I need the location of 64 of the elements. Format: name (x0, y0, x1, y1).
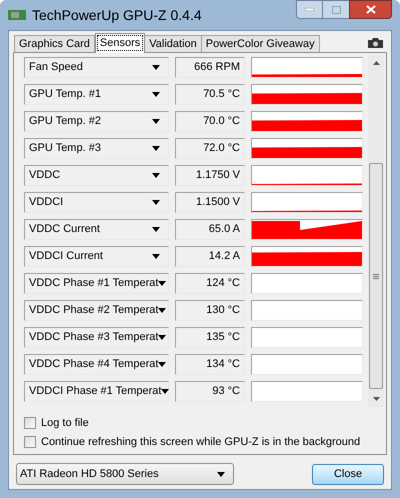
dropdown-arrow-icon (217, 472, 225, 476)
dropdown-arrow-icon (158, 335, 166, 340)
checkbox[interactable] (24, 436, 36, 448)
sensor-value: 135 °C (175, 327, 245, 348)
close-button[interactable]: Close (312, 464, 384, 484)
sensor-value: 70.5 °C (175, 84, 245, 105)
sensor-value: 72.0 °C (175, 138, 245, 159)
sensor-name-dropdown[interactable]: GPU Temp. #3 (24, 138, 169, 159)
sensor-value: 134 °C (175, 354, 245, 375)
sensor-name-dropdown[interactable]: VDDC Phase #1 Temperat (24, 273, 169, 294)
sensor-value: 65.0 A (175, 219, 245, 240)
sensor-name-dropdown[interactable]: GPU Temp. #2 (24, 111, 169, 132)
maximize-button[interactable] (323, 0, 349, 19)
dropdown-arrow-icon (158, 281, 166, 286)
sensor-name-dropdown[interactable]: VDDC Phase #2 Temperat (24, 300, 169, 321)
dropdown-arrow-icon (152, 65, 160, 70)
sensor-name-dropdown[interactable]: VDDC Current (24, 219, 169, 240)
graphics-card-icon (8, 9, 26, 21)
sensor-name-dropdown[interactable]: VDDC Phase #4 Temperat (24, 354, 169, 375)
minimize-icon (305, 8, 314, 11)
grip-icon (373, 274, 379, 278)
dropdown-arrow-icon (158, 362, 166, 367)
minimize-button[interactable] (296, 0, 323, 19)
sensor-value: 666 RPM (175, 57, 245, 78)
close-icon (366, 5, 376, 14)
dropdown-arrow-icon (152, 200, 160, 205)
sensor-name-dropdown[interactable]: VDDC (24, 165, 169, 186)
sensor-value: 124 °C (175, 273, 245, 294)
dropdown-arrow-icon (152, 92, 160, 97)
dropdown-arrow-icon (152, 173, 160, 178)
dropdown-arrow-icon (152, 254, 160, 259)
sensor-value: 130 °C (175, 300, 245, 321)
dropdown-arrow-icon (158, 308, 166, 313)
checkbox[interactable] (24, 417, 36, 429)
tab[interactable]: Sensors (94, 33, 146, 53)
close-window-button[interactable] (349, 0, 392, 19)
sensor-name-dropdown[interactable]: VDDC Phase #3 Temperat (24, 327, 169, 348)
sensor-value: 93 °C (175, 381, 245, 402)
gpu-select[interactable]: ATI Radeon HD 5800 Series (16, 463, 234, 485)
sensor-value: 1.1750 V (175, 165, 245, 186)
sensor-name-dropdown[interactable]: VDDCI (24, 192, 169, 213)
checkbox-label: Log to file (41, 416, 89, 431)
dropdown-arrow-icon (161, 389, 170, 394)
scrollbar-thumb[interactable] (369, 163, 383, 389)
tab[interactable]: PowerColor Giveaway (200, 35, 320, 52)
window-title: TechPowerUp GPU-Z 0.4.4 (32, 6, 202, 25)
scroll-up-icon[interactable] (372, 61, 380, 65)
sensor-value: 1.1500 V (175, 192, 245, 213)
sensor-value: 70.0 °C (175, 111, 245, 132)
scrollbar[interactable] (368, 55, 384, 407)
sensor-value: 14.2 A (175, 246, 245, 267)
tab[interactable]: Validation (144, 35, 202, 52)
tab[interactable]: Graphics Card (14, 35, 95, 52)
scroll-down-icon[interactable] (372, 397, 380, 401)
checkbox-label: Continue refreshing this screen while GPU-Z is in the background (41, 434, 360, 450)
sensor-name-dropdown[interactable]: VDDCI Phase #1 Temperat (24, 381, 169, 402)
sensor-name-dropdown[interactable]: GPU Temp. #1 (24, 84, 169, 105)
sensor-name-dropdown[interactable]: VDDCI Current (24, 246, 169, 267)
sensor-name-dropdown[interactable]: Fan Speed (24, 57, 169, 78)
dropdown-arrow-icon (152, 146, 160, 151)
dropdown-arrow-icon (152, 227, 160, 232)
camera-icon[interactable] (368, 38, 383, 48)
maximize-icon (332, 6, 340, 14)
dropdown-arrow-icon (152, 119, 160, 124)
